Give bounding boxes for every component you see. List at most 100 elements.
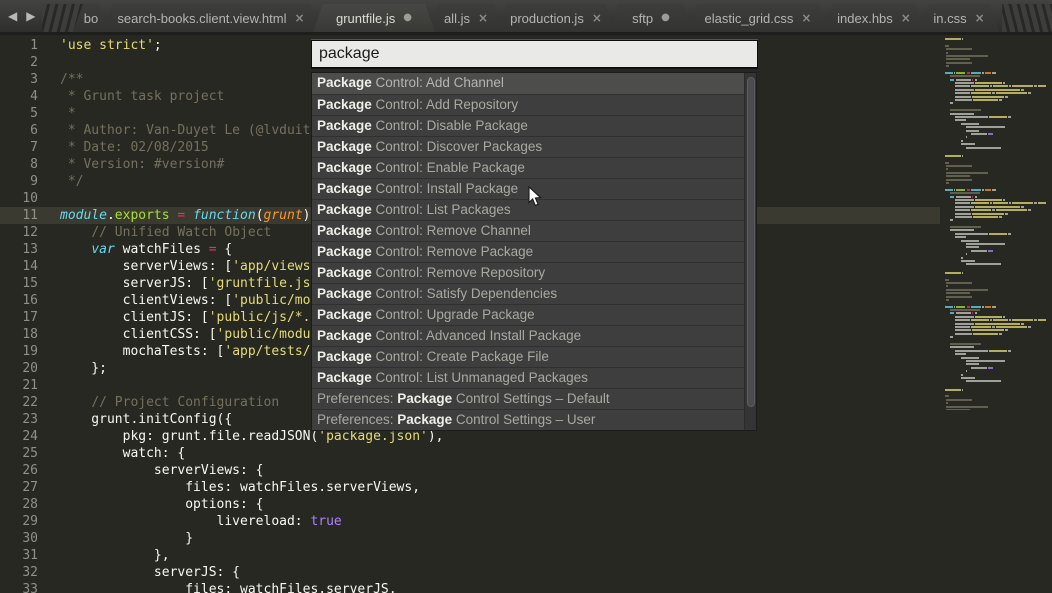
line-text: options: { bbox=[38, 497, 264, 512]
line-number: 7 bbox=[0, 139, 38, 156]
line-number: 16 bbox=[0, 292, 38, 309]
line-number: 19 bbox=[0, 343, 38, 360]
palette-item[interactable]: Package Control: Discover Packages bbox=[312, 136, 756, 157]
code-line-32[interactable]: 32 serverJS: { bbox=[0, 564, 940, 581]
line-text: // Unified Watch Object bbox=[38, 225, 271, 240]
line-text: }, bbox=[38, 548, 170, 563]
tab-sftp[interactable]: sftp● bbox=[608, 4, 694, 32]
close-icon[interactable]: × bbox=[975, 12, 985, 24]
line-text: 'use strict'; bbox=[38, 38, 162, 53]
line-number: 20 bbox=[0, 360, 38, 377]
palette-item[interactable]: Package Control: Enable Package bbox=[312, 157, 756, 178]
line-text: pkg: grunt.file.readJSON('package.json')… bbox=[38, 429, 444, 444]
tab-all.js[interactable]: all.js × bbox=[428, 4, 504, 32]
line-number: 24 bbox=[0, 428, 38, 445]
line-number: 5 bbox=[0, 105, 38, 122]
line-text: */ bbox=[38, 174, 83, 189]
line-number: 27 bbox=[0, 479, 38, 496]
palette-item[interactable]: Package Control: Install Package bbox=[312, 178, 756, 199]
line-number: 21 bbox=[0, 377, 38, 394]
code-line-33[interactable]: 33 files: watchFiles.serverJS, bbox=[0, 581, 940, 593]
line-text: * Version: #version# bbox=[38, 157, 224, 172]
command-palette: Package Control: Add ChannelPackage Cont… bbox=[311, 40, 758, 431]
dirty-dot-icon: ● bbox=[661, 13, 670, 23]
palette-item[interactable]: Package Control: List Packages bbox=[312, 199, 756, 220]
sublime-window: ◀ ▶ bosearch-books.client.view.html×grun… bbox=[0, 0, 1052, 593]
palette-item[interactable]: Preferences: Package Control Settings – … bbox=[312, 409, 756, 430]
line-number: 6 bbox=[0, 122, 38, 139]
tab-in.css[interactable]: in.css × bbox=[919, 4, 999, 32]
line-number: 28 bbox=[0, 496, 38, 513]
close-icon[interactable]: × bbox=[901, 12, 911, 24]
dirty-dot-icon: ● bbox=[403, 13, 412, 23]
tab-search-books.client.view.html[interactable]: search-books.client.view.html× bbox=[102, 4, 320, 32]
line-text: livereload: true bbox=[38, 514, 342, 529]
palette-item[interactable]: Package Control: Advanced Install Packag… bbox=[312, 325, 756, 346]
close-icon[interactable]: × bbox=[801, 12, 811, 24]
code-line-26[interactable]: 26 serverViews: { bbox=[0, 462, 940, 479]
line-text: var watchFiles = { bbox=[38, 242, 232, 257]
line-number: 2 bbox=[0, 54, 38, 71]
minimap[interactable] bbox=[945, 38, 1046, 410]
palette-item[interactable]: Package Control: Create Package File bbox=[312, 346, 756, 367]
close-icon[interactable]: × bbox=[295, 12, 305, 24]
line-number: 1 bbox=[0, 37, 38, 54]
line-number: 30 bbox=[0, 530, 38, 547]
code-line-31[interactable]: 31 }, bbox=[0, 547, 940, 564]
palette-item[interactable]: Package Control: Upgrade Package bbox=[312, 304, 756, 325]
line-text bbox=[38, 378, 60, 393]
tab-bar: ◀ ▶ bosearch-books.client.view.html×grun… bbox=[0, 0, 1052, 35]
palette-item[interactable]: Package Control: Satisfy Dependencies bbox=[312, 283, 756, 304]
line-text: serverViews: { bbox=[38, 463, 264, 478]
line-text: * Grunt task project bbox=[38, 89, 224, 104]
nav-back-icon[interactable]: ◀ bbox=[8, 9, 17, 23]
line-text: files: watchFiles.serverViews, bbox=[38, 480, 420, 495]
line-number: 14 bbox=[0, 258, 38, 275]
close-icon[interactable]: × bbox=[478, 12, 488, 24]
line-number: 25 bbox=[0, 445, 38, 462]
palette-item[interactable]: Package Control: Remove Package bbox=[312, 241, 756, 262]
tab-nav: ◀ ▶ bbox=[8, 9, 35, 23]
tab-label: production.js bbox=[510, 11, 584, 26]
palette-item[interactable]: Package Control: Add Channel bbox=[312, 73, 756, 94]
tab-elastic-grid.css[interactable]: elastic_grid.css× bbox=[687, 4, 829, 32]
tab-index.hbs[interactable]: index.hbs× bbox=[822, 4, 926, 32]
line-number: 26 bbox=[0, 462, 38, 479]
code-line-30[interactable]: 30 } bbox=[0, 530, 940, 547]
palette-item[interactable]: Preferences: Package Control Settings – … bbox=[312, 388, 756, 409]
line-text: * bbox=[38, 106, 76, 121]
line-text: module.exports = function(grunt) { bbox=[38, 208, 326, 223]
code-line-25[interactable]: 25 watch: { bbox=[0, 445, 940, 462]
code-line-28[interactable]: 28 options: { bbox=[0, 496, 940, 513]
tab-production.js[interactable]: production.js × bbox=[497, 4, 615, 32]
line-text bbox=[38, 55, 60, 70]
palette-item[interactable]: Package Control: List Unmanaged Packages bbox=[312, 367, 756, 388]
palette-item[interactable]: Package Control: Remove Repository bbox=[312, 262, 756, 283]
palette-item[interactable]: Package Control: Remove Channel bbox=[312, 220, 756, 241]
collapsed-tabs-right bbox=[1002, 4, 1052, 32]
line-number: 33 bbox=[0, 581, 38, 593]
close-icon[interactable]: × bbox=[592, 12, 602, 24]
command-palette-input[interactable] bbox=[311, 40, 758, 68]
command-palette-list: Package Control: Add ChannelPackage Cont… bbox=[311, 72, 757, 431]
palette-scrollbar-track[interactable] bbox=[744, 73, 756, 430]
line-text: watch: { bbox=[38, 446, 185, 461]
line-text: grunt.initConfig({ bbox=[38, 412, 232, 427]
tab-label: all.js bbox=[444, 11, 470, 26]
line-number: 3 bbox=[0, 71, 38, 88]
code-line-27[interactable]: 27 files: watchFiles.serverViews, bbox=[0, 479, 940, 496]
palette-item[interactable]: Package Control: Add Repository bbox=[312, 94, 756, 115]
tab-label: gruntfile.js bbox=[336, 11, 395, 26]
line-text: /** bbox=[38, 72, 83, 87]
line-text: // Project Configuration bbox=[38, 395, 279, 410]
nav-forward-icon[interactable]: ▶ bbox=[26, 9, 35, 23]
tab-label: in.css bbox=[933, 11, 966, 26]
palette-scrollbar-thumb[interactable] bbox=[747, 77, 755, 407]
code-line-29[interactable]: 29 livereload: true bbox=[0, 513, 940, 530]
palette-item[interactable]: Package Control: Disable Package bbox=[312, 115, 756, 136]
line-number: 9 bbox=[0, 173, 38, 190]
line-text: serverJS: { bbox=[38, 565, 240, 580]
line-number: 12 bbox=[0, 224, 38, 241]
line-number: 10 bbox=[0, 190, 38, 207]
tab-gruntfile.js[interactable]: gruntfile.js ● bbox=[313, 4, 435, 32]
